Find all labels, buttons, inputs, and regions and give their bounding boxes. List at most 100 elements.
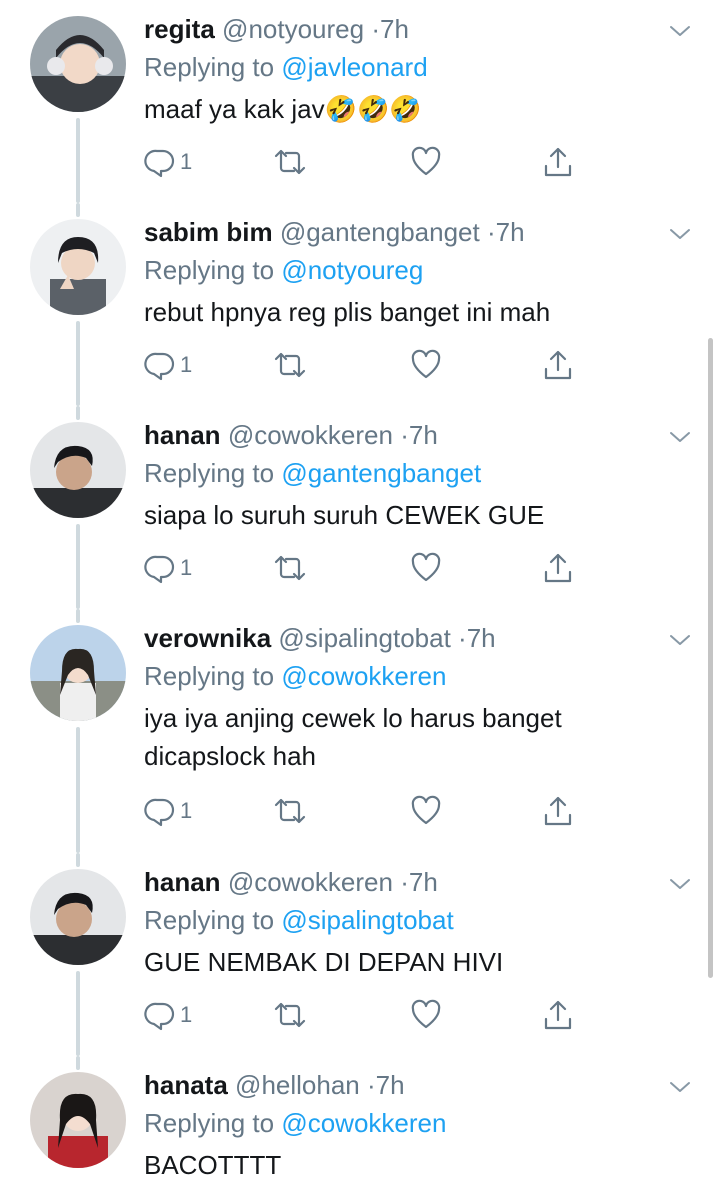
thread-line	[76, 406, 80, 420]
tweet-text: siapa lo suruh suruh CEWEK GUE	[144, 500, 545, 530]
tweet-text: maaf ya kak jav🤣🤣🤣	[144, 94, 422, 124]
retweet-icon	[274, 352, 306, 378]
like-button[interactable]	[410, 998, 442, 1032]
user-handle[interactable]: @cowokkeren	[228, 420, 393, 450]
user-handle[interactable]: @notyoureg	[222, 14, 364, 44]
tweet-header: verownika @sipalingtobat ·7h	[144, 623, 496, 653]
user-handle[interactable]: @hellohan	[235, 1070, 360, 1100]
share-button[interactable]	[542, 998, 574, 1032]
timestamp[interactable]: 7h	[409, 867, 438, 897]
chevron-down-icon[interactable]	[667, 221, 693, 247]
reply-button[interactable]: 1	[144, 794, 192, 828]
thread-line	[76, 118, 80, 203]
thread-line	[76, 1056, 80, 1070]
tweet-text: iya iya anjing cewek lo harus banget dic…	[144, 703, 562, 771]
display-name[interactable]: hanata	[144, 1070, 228, 1100]
retweet-button[interactable]	[272, 998, 308, 1032]
separator-dot: ·	[486, 217, 496, 247]
retweet-icon	[274, 798, 306, 824]
chevron-down-icon[interactable]	[667, 424, 693, 450]
reply-to-link[interactable]: @javleonard	[281, 52, 427, 82]
chevron-down-icon[interactable]	[667, 871, 693, 897]
reply-to-link[interactable]: @gantengbanget	[281, 458, 481, 488]
reply-icon	[144, 555, 175, 584]
avatar[interactable]	[30, 422, 126, 518]
display-name[interactable]: verownika	[144, 623, 271, 653]
timestamp[interactable]: 7h	[409, 420, 438, 450]
share-button[interactable]	[542, 348, 574, 382]
chevron-down-icon[interactable]	[667, 18, 693, 44]
tweet-actions: 1	[144, 551, 594, 585]
tweet-actions: 1	[144, 794, 594, 828]
reply-icon	[144, 1002, 175, 1031]
separator-dot: ·	[400, 420, 409, 450]
share-button[interactable]	[542, 145, 574, 179]
retweet-button[interactable]	[272, 145, 308, 179]
reply-count: 1	[180, 555, 193, 580]
share-button[interactable]	[542, 794, 574, 828]
timestamp[interactable]: 7h	[496, 217, 525, 247]
tweet-actions: 1	[144, 998, 594, 1032]
chevron-down-icon[interactable]	[667, 1074, 693, 1100]
avatar[interactable]	[30, 219, 126, 315]
reply-count: 1	[180, 798, 193, 823]
reply-icon	[144, 798, 175, 827]
scrollbar[interactable]	[708, 338, 713, 978]
display-name[interactable]: hanan	[144, 420, 221, 450]
reply-to-link[interactable]: @sipalingtobat	[281, 905, 453, 935]
heart-icon	[411, 552, 441, 582]
reply-to-link[interactable]: @cowokkeren	[281, 661, 446, 691]
tweet[interactable]: hanata @hellohan ·7h Replying to @cowokk…	[0, 1056, 720, 1200]
reply-button[interactable]: 1	[144, 348, 192, 382]
timestamp[interactable]: 7h	[380, 14, 409, 44]
tweet[interactable]: hanan @cowokkeren ·7h Replying to @sipal…	[0, 853, 720, 1056]
tweet[interactable]: hanan @cowokkeren ·7h Replying to @gante…	[0, 406, 720, 609]
heart-icon	[411, 999, 441, 1029]
reply-to-link[interactable]: @cowokkeren	[281, 1108, 446, 1138]
user-handle[interactable]: @cowokkeren	[228, 867, 393, 897]
avatar[interactable]	[30, 1072, 126, 1168]
tweet[interactable]: regita @notyoureg ·7h Replying to @javle…	[0, 0, 720, 203]
timestamp[interactable]: 7h	[467, 623, 496, 653]
timestamp[interactable]: 7h	[376, 1070, 405, 1100]
thread-line	[76, 203, 80, 217]
retweet-button[interactable]	[272, 551, 308, 585]
reply-button[interactable]: 1	[144, 145, 192, 179]
retweet-button[interactable]	[272, 794, 308, 828]
replying-to: Replying to @cowokkeren	[144, 661, 447, 691]
like-button[interactable]	[410, 348, 442, 382]
retweet-button[interactable]	[272, 348, 308, 382]
reply-button[interactable]: 1	[144, 551, 192, 585]
reply-button[interactable]: 1	[144, 998, 192, 1032]
replying-to: Replying to @notyoureg	[144, 255, 424, 285]
reply-count: 1	[180, 1002, 193, 1027]
like-button[interactable]	[410, 551, 442, 585]
avatar[interactable]	[30, 869, 126, 965]
tweet-actions: 1	[144, 348, 594, 382]
tweet-text: GUE NEMBAK DI DEPAN HIVI	[144, 947, 504, 977]
user-handle[interactable]: @sipalingtobat	[278, 623, 450, 653]
share-button[interactable]	[542, 551, 574, 585]
tweet-header: hanan @cowokkeren ·7h	[144, 867, 438, 897]
tweet[interactable]: sabim bim @gantengbanget ·7h Replying to…	[0, 203, 720, 406]
display-name[interactable]: regita	[144, 14, 215, 44]
share-icon	[544, 350, 572, 380]
like-button[interactable]	[410, 794, 442, 828]
display-name[interactable]: hanan	[144, 867, 221, 897]
tweet-header: regita @notyoureg ·7h	[144, 14, 409, 44]
user-handle[interactable]: @gantengbanget	[280, 217, 480, 247]
separator-dot: ·	[371, 14, 380, 44]
chevron-down-icon[interactable]	[667, 627, 693, 653]
separator-dot: ·	[400, 867, 409, 897]
reply-count: 1	[180, 149, 193, 174]
thread-line	[76, 609, 80, 623]
avatar[interactable]	[30, 625, 126, 721]
thread-line	[76, 321, 80, 406]
display-name[interactable]: sabim bim	[144, 217, 273, 247]
tweet-text: rebut hpnya reg plis banget ini mah	[144, 297, 551, 327]
like-button[interactable]	[410, 145, 442, 179]
heart-icon	[411, 795, 441, 825]
tweet[interactable]: verownika @sipalingtobat ·7h Replying to…	[0, 609, 720, 853]
avatar[interactable]	[30, 16, 126, 112]
reply-to-link[interactable]: @notyoureg	[281, 255, 423, 285]
